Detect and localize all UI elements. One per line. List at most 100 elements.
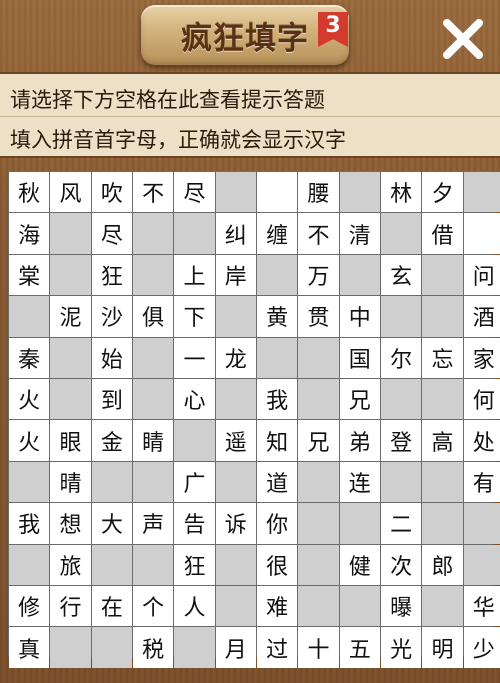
grid-cell[interactable]: 行: [50, 586, 91, 627]
grid-cell[interactable]: 黄: [256, 296, 298, 337]
grid-cell[interactable]: 尽: [174, 172, 215, 213]
grid-cell[interactable]: 始: [91, 337, 132, 379]
grid-cell[interactable]: 想: [50, 503, 91, 544]
grid-cell[interactable]: 郎: [422, 544, 463, 586]
grid-cell[interactable]: 秋: [9, 172, 50, 213]
grid-cell[interactable]: 到: [91, 379, 132, 420]
grid-cell[interactable]: 睛: [132, 420, 174, 461]
grid-cell[interactable]: 不: [298, 213, 339, 254]
grid-cell[interactable]: 人: [174, 586, 215, 627]
grid-cell[interactable]: 心: [174, 379, 215, 420]
grid-cell[interactable]: 不: [132, 172, 174, 213]
grid-cell[interactable]: 兄: [298, 420, 339, 461]
grid-cell[interactable]: 忘: [422, 337, 463, 379]
grid-cell[interactable]: 处: [463, 420, 500, 461]
grid-cell[interactable]: 俱: [132, 296, 174, 337]
grid-cell[interactable]: 酒: [463, 296, 500, 337]
grid-cell[interactable]: 我: [256, 379, 298, 420]
grid-cell[interactable]: 高: [422, 420, 463, 461]
grid-cell[interactable]: 遥: [215, 420, 256, 461]
grid-cell[interactable]: 难: [256, 586, 298, 627]
grid-cell[interactable]: 吹: [91, 172, 132, 213]
grid-cell[interactable]: 月: [215, 627, 256, 668]
grid-cell[interactable]: 广: [174, 461, 215, 503]
grid-cell[interactable]: 登: [380, 420, 422, 461]
grid-cell[interactable]: 林: [380, 172, 422, 213]
grid-cell[interactable]: 贯: [298, 296, 339, 337]
grid-cell[interactable]: 十: [298, 627, 339, 668]
grid-cell[interactable]: 家: [463, 337, 500, 379]
grid-cell[interactable]: 秦: [9, 337, 50, 379]
grid-cell[interactable]: 缠: [256, 213, 298, 254]
grid-cell[interactable]: 晴: [50, 461, 91, 503]
grid-cell[interactable]: 健: [339, 544, 380, 586]
grid-cell[interactable]: 狂: [91, 254, 132, 296]
grid-cell[interactable]: 你: [256, 503, 298, 544]
close-button[interactable]: [440, 16, 486, 62]
grid-cell[interactable]: 借: [422, 213, 463, 254]
blocked-cell: [50, 337, 91, 379]
grid-cell[interactable]: 清: [339, 213, 380, 254]
grid-cell[interactable]: 风: [50, 172, 91, 213]
grid-cell[interactable]: 何: [463, 379, 500, 420]
grid-cell[interactable]: 眼: [50, 420, 91, 461]
grid-cell[interactable]: 旅: [50, 544, 91, 586]
grid-cell[interactable]: 上: [174, 254, 215, 296]
grid-cell[interactable]: 修: [9, 586, 50, 627]
grid-cell[interactable]: 狂: [174, 544, 215, 586]
grid-cell[interactable]: 龙: [215, 337, 256, 379]
grid-cell[interactable]: 有: [463, 461, 500, 503]
blocked-cell: [132, 379, 174, 420]
grid-cell[interactable]: 棠: [9, 254, 50, 296]
grid-cell[interactable]: 夕: [422, 172, 463, 213]
grid-cell[interactable]: 泥: [50, 296, 91, 337]
grid-cell[interactable]: 税: [132, 627, 174, 668]
grid-cell[interactable]: 玄: [380, 254, 422, 296]
grid-cell[interactable]: 下: [174, 296, 215, 337]
grid-cell[interactable]: 兄: [339, 379, 380, 420]
grid-cell[interactable]: [463, 213, 500, 254]
grid-cell[interactable]: 尽: [91, 213, 132, 254]
blocked-cell: [298, 379, 339, 420]
grid-cell[interactable]: 万: [298, 254, 339, 296]
grid-cell[interactable]: 一: [174, 337, 215, 379]
grid-cell[interactable]: 华: [463, 586, 500, 627]
grid-cell[interactable]: 次: [380, 544, 422, 586]
blocked-cell: [215, 172, 256, 213]
grid-cell[interactable]: 连: [339, 461, 380, 503]
grid-cell[interactable]: 中: [339, 296, 380, 337]
grid-cell[interactable]: 弟: [339, 420, 380, 461]
grid-cell[interactable]: 火: [9, 420, 50, 461]
grid-cell[interactable]: 沙: [91, 296, 132, 337]
grid-cell[interactable]: 光: [380, 627, 422, 668]
grid-cell[interactable]: 很: [256, 544, 298, 586]
grid-cell[interactable]: 火: [9, 379, 50, 420]
grid-cell[interactable]: 明: [422, 627, 463, 668]
grid-cell[interactable]: 岸: [215, 254, 256, 296]
grid-cell[interactable]: 个: [132, 586, 174, 627]
grid-cell[interactable]: 我: [9, 503, 50, 544]
hint-line-2: 填入拼音首字母，正确就会显示汉字: [10, 128, 346, 152]
grid-cell[interactable]: 金: [91, 420, 132, 461]
grid-cell[interactable]: 五: [339, 627, 380, 668]
grid-cell[interactable]: 海: [9, 213, 50, 254]
grid-cell[interactable]: 国: [339, 337, 380, 379]
grid-cell[interactable]: 曝: [380, 586, 422, 627]
grid-cell[interactable]: 过: [256, 627, 298, 668]
grid-cell[interactable]: [256, 172, 298, 213]
grid-cell[interactable]: 少: [463, 627, 500, 668]
grid-cell[interactable]: 诉: [215, 503, 256, 544]
grid-cell[interactable]: 告: [174, 503, 215, 544]
grid-cell[interactable]: 问: [463, 254, 500, 296]
grid-cell[interactable]: 腰: [298, 172, 339, 213]
grid-cell[interactable]: 纠: [215, 213, 256, 254]
grid-cell[interactable]: 真: [9, 627, 50, 668]
grid-cell[interactable]: 在: [91, 586, 132, 627]
grid-cell[interactable]: 大: [91, 503, 132, 544]
grid-cell[interactable]: 声: [132, 503, 174, 544]
grid-cell[interactable]: 知: [256, 420, 298, 461]
grid-cell[interactable]: 尔: [380, 337, 422, 379]
grid-cell[interactable]: 二: [380, 503, 422, 544]
blocked-cell: [91, 544, 132, 586]
grid-cell[interactable]: 道: [256, 461, 298, 503]
